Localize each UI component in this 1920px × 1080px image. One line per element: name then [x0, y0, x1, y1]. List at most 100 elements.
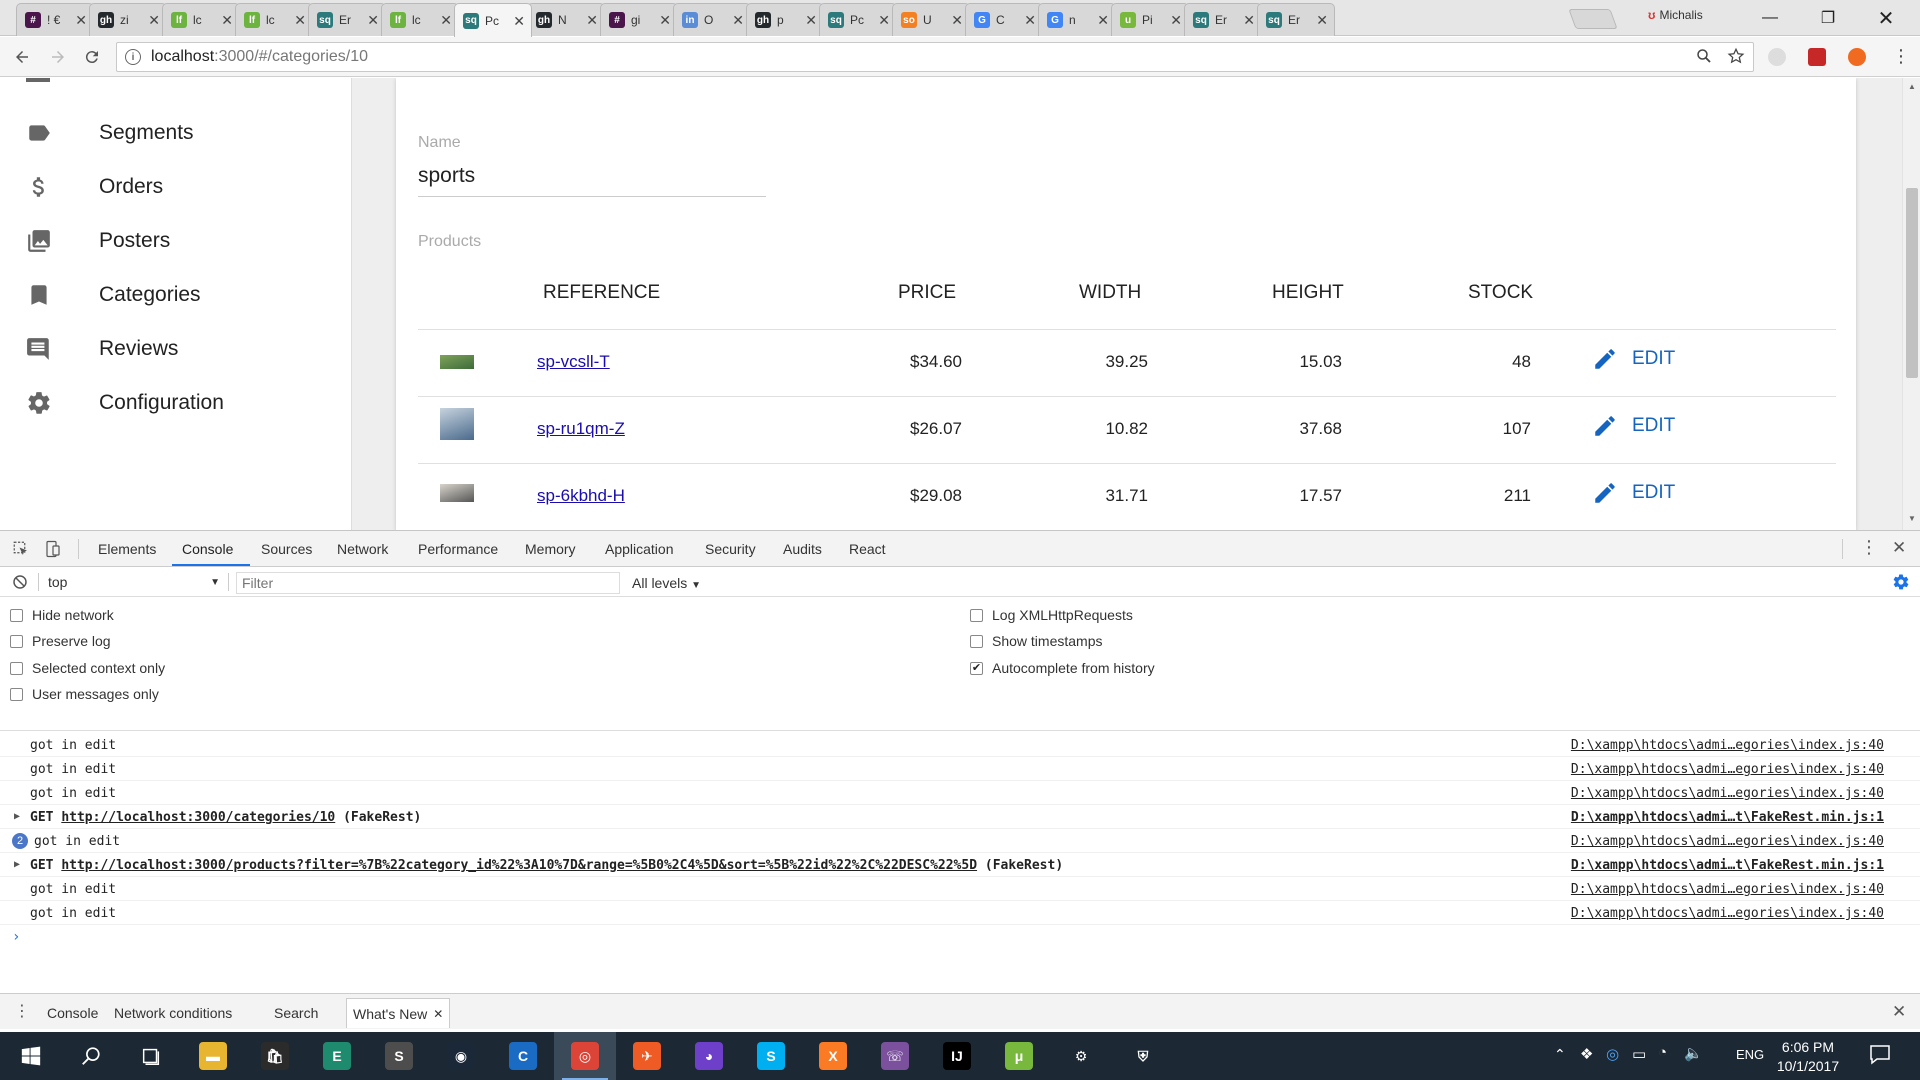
drawer-tab-console[interactable]: Console: [47, 1005, 98, 1021]
sidebar-item-categories[interactable]: Categories: [0, 268, 352, 322]
context-select[interactable]: top ▼: [48, 572, 220, 592]
taskbar-app[interactable]: ✈: [616, 1032, 678, 1080]
drawer-tab-search[interactable]: Search: [274, 1005, 318, 1021]
scroll-up-icon[interactable]: ▲: [1908, 82, 1916, 91]
option-user-messages-only[interactable]: User messages only: [10, 686, 159, 702]
browser-tab[interactable]: in O ✕: [673, 3, 751, 36]
browser-tab[interactable]: sq Er ✕: [308, 3, 386, 36]
browser-tab[interactable]: u Pi ✕: [1111, 3, 1189, 36]
scrollbar-thumb[interactable]: [1906, 188, 1918, 378]
tab-application[interactable]: Application: [605, 541, 674, 557]
checkbox[interactable]: [10, 634, 23, 648]
devtools-menu-icon[interactable]: ⋮: [1860, 537, 1878, 558]
profile-button[interactable]: ʊ Michalis: [1648, 8, 1703, 22]
new-tab-button[interactable]: [1568, 9, 1618, 29]
tab-close-icon[interactable]: ✕: [75, 13, 87, 27]
tab-network[interactable]: Network: [337, 541, 388, 557]
inspect-element-icon[interactable]: [12, 540, 30, 561]
browser-tab[interactable]: Gn ✕: [1038, 3, 1116, 36]
checkbox[interactable]: [970, 608, 983, 622]
browser-tab[interactable]: lf lc ✕: [235, 3, 313, 36]
taskbar-app[interactable]: IJ: [926, 1032, 988, 1080]
browser-tab[interactable]: # ! € ✕: [16, 3, 94, 36]
forward-button[interactable]: [46, 45, 70, 69]
taskbar-app[interactable]: ◕: [678, 1032, 740, 1080]
tab-performance[interactable]: Performance: [418, 541, 498, 557]
action-center-icon[interactable]: [1868, 1042, 1892, 1069]
taskbar-app[interactable]: ☏: [864, 1032, 926, 1080]
column-header-reference[interactable]: REFERENCE: [543, 282, 660, 304]
tab-close-icon[interactable]: ✕: [659, 13, 671, 27]
drawer-menu-icon[interactable]: ⋮: [14, 1001, 30, 1021]
taskbar-app[interactable]: ◉: [430, 1032, 492, 1080]
task-view-button[interactable]: [120, 1032, 182, 1080]
option-selected-context-only[interactable]: Selected context only: [10, 660, 165, 676]
drawer-tab-whats-new[interactable]: What's New ✕: [346, 998, 451, 1028]
start-button[interactable]: [0, 1032, 62, 1080]
taskbar-app[interactable]: ◎: [554, 1032, 616, 1080]
column-header-stock[interactable]: STOCK: [1468, 282, 1533, 304]
column-header-height[interactable]: HEIGHT: [1272, 282, 1344, 304]
browser-tab[interactable]: gh p ✕: [746, 3, 824, 36]
browser-tab[interactable]: gh zi ✕: [89, 3, 167, 36]
back-button[interactable]: [10, 45, 34, 69]
drawer-tab-network-conditions[interactable]: Network conditions: [114, 1005, 232, 1021]
wifi-icon[interactable]: ◔: [1658, 1044, 1667, 1061]
close-drawer-icon[interactable]: ✕: [1892, 1002, 1906, 1022]
column-header-price[interactable]: PRICE: [898, 282, 956, 304]
option-show-timestamps[interactable]: Show timestamps: [970, 633, 1102, 649]
column-header-width[interactable]: WIDTH: [1079, 282, 1141, 304]
close-tab-icon[interactable]: ✕: [433, 1007, 443, 1021]
reload-button[interactable]: [80, 45, 104, 69]
option-preserve-log[interactable]: Preserve log: [10, 633, 111, 649]
checkbox[interactable]: [10, 687, 23, 701]
name-field[interactable]: sports: [418, 164, 475, 188]
tab-react[interactable]: React: [849, 541, 886, 557]
taskbar-app[interactable]: E: [306, 1032, 368, 1080]
log-levels-select[interactable]: All levels ▼: [632, 575, 701, 591]
browser-tab[interactable]: sq Er ✕: [1184, 3, 1262, 36]
minimize-button[interactable]: —: [1742, 0, 1798, 36]
browser-tab[interactable]: sq Pc ✕: [454, 3, 532, 37]
tab-close-icon[interactable]: ✕: [951, 13, 963, 27]
source-link[interactable]: D:\xampp\htdocs\admi…t\FakeRest.min.js:1: [1571, 810, 1884, 825]
tray-overflow-chevron-icon[interactable]: ⌃: [1554, 1046, 1566, 1063]
taskbar-app[interactable]: ⚙: [1050, 1032, 1112, 1080]
request-url-link[interactable]: http://localhost:3000/categories/10: [61, 810, 335, 825]
browser-tab[interactable]: # gi ✕: [600, 3, 678, 36]
taskbar-app[interactable]: X: [802, 1032, 864, 1080]
dropbox-icon[interactable]: ❖: [1580, 1045, 1593, 1063]
console-prompt-icon[interactable]: ›: [12, 929, 20, 945]
reference-link[interactable]: sp-vcsll-T: [537, 352, 610, 371]
source-link[interactable]: D:\xampp\htdocs\admi…egories\index.js:40: [1571, 738, 1884, 753]
tab-close-icon[interactable]: ✕: [732, 13, 744, 27]
browser-tab[interactable]: G C ✕: [965, 3, 1043, 36]
tab-close-icon[interactable]: ✕: [878, 13, 890, 27]
taskbar-app[interactable]: S: [740, 1032, 802, 1080]
edit-button[interactable]: EDIT: [1592, 480, 1675, 506]
reference-link[interactable]: sp-ru1qm-Z: [537, 419, 625, 438]
reference-link[interactable]: sp-6kbhd-H: [537, 486, 625, 505]
taskbar-app[interactable]: S: [368, 1032, 430, 1080]
extension-red-icon[interactable]: [1808, 48, 1826, 66]
extension-orange-icon[interactable]: [1848, 48, 1866, 66]
taskbar-app[interactable]: μ: [988, 1032, 1050, 1080]
tab-close-icon[interactable]: ✕: [294, 13, 306, 27]
tab-close-icon[interactable]: ✕: [1170, 13, 1182, 27]
tab-security[interactable]: Security: [705, 541, 756, 557]
sidebar-item-orders[interactable]: Orders: [0, 160, 352, 214]
console-settings-icon[interactable]: [1892, 573, 1910, 594]
source-link[interactable]: D:\xampp\htdocs\admi…t\FakeRest.min.js:1: [1571, 858, 1884, 873]
sync-icon[interactable]: ◎: [1606, 1045, 1619, 1063]
zoom-icon[interactable]: [1695, 47, 1713, 65]
bookmark-star-icon[interactable]: [1727, 47, 1745, 65]
tab-console[interactable]: Console: [182, 541, 233, 557]
browser-tab[interactable]: sq Er ✕: [1257, 3, 1335, 36]
tab-close-icon[interactable]: ✕: [805, 13, 817, 27]
browser-tab[interactable]: lf lc ✕: [381, 3, 459, 36]
taskbar-app[interactable]: 🛍: [244, 1032, 306, 1080]
tab-close-icon[interactable]: ✕: [148, 13, 160, 27]
expand-triangle-icon[interactable]: ▶: [14, 811, 20, 822]
source-link[interactable]: D:\xampp\htdocs\admi…egories\index.js:40: [1571, 786, 1884, 801]
tab-close-icon[interactable]: ✕: [221, 13, 233, 27]
